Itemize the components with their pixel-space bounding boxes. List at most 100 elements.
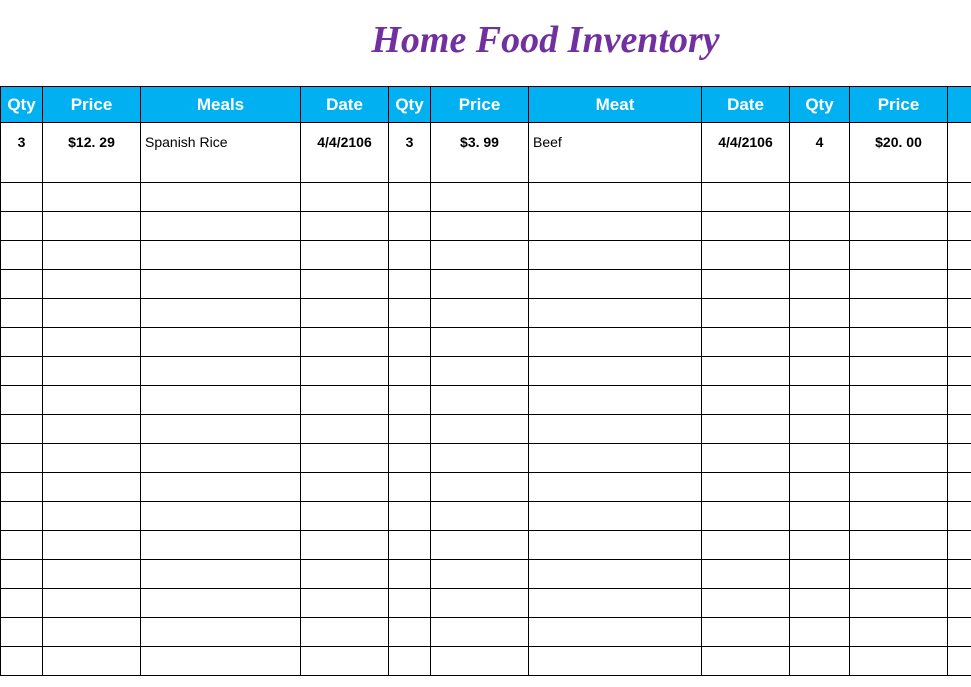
cell-empty[interactable] — [1, 618, 43, 647]
cell-empty[interactable] — [141, 647, 301, 676]
cell-empty[interactable] — [141, 183, 301, 212]
cell-empty[interactable] — [141, 444, 301, 473]
cell-empty[interactable] — [850, 647, 948, 676]
cell-empty[interactable] — [301, 299, 389, 328]
cell-empty[interactable] — [301, 328, 389, 357]
cell-empty[interactable] — [301, 241, 389, 270]
cell-empty[interactable] — [948, 415, 971, 444]
cell-empty[interactable] — [702, 444, 790, 473]
cell-empty[interactable] — [301, 270, 389, 299]
cell-empty[interactable] — [389, 357, 431, 386]
cell-empty[interactable] — [389, 618, 431, 647]
cell-empty[interactable] — [790, 299, 850, 328]
cell-empty[interactable] — [790, 212, 850, 241]
cell-empty[interactable] — [431, 415, 529, 444]
cell-empty[interactable] — [43, 328, 141, 357]
cell-empty[interactable] — [790, 183, 850, 212]
cell-empty[interactable] — [702, 270, 790, 299]
cell-empty[interactable] — [529, 589, 702, 618]
cell-empty[interactable] — [790, 241, 850, 270]
cell-qty-3[interactable]: 4 — [790, 123, 850, 161]
cell-empty[interactable] — [43, 299, 141, 328]
cell-empty[interactable] — [850, 270, 948, 299]
cell-empty[interactable] — [529, 647, 702, 676]
cell-empty[interactable] — [529, 357, 702, 386]
cell-empty[interactable] — [1, 444, 43, 473]
cell-empty[interactable] — [948, 589, 971, 618]
cell-empty[interactable] — [141, 299, 301, 328]
cell-empty[interactable] — [702, 386, 790, 415]
cell-empty[interactable] — [850, 299, 948, 328]
cell-empty[interactable] — [431, 328, 529, 357]
cell-empty[interactable] — [141, 531, 301, 560]
cell-empty[interactable] — [790, 270, 850, 299]
cell-empty[interactable] — [43, 560, 141, 589]
cell-empty[interactable] — [141, 212, 301, 241]
cell-empty[interactable] — [141, 415, 301, 444]
cell-empty[interactable] — [702, 647, 790, 676]
cell-empty[interactable] — [948, 386, 971, 415]
cell-empty[interactable] — [702, 241, 790, 270]
cell-empty[interactable] — [301, 357, 389, 386]
cell-empty[interactable] — [790, 502, 850, 531]
cell-empty[interactable] — [43, 183, 141, 212]
cell-empty[interactable] — [948, 618, 971, 647]
cell-empty[interactable] — [1, 328, 43, 357]
cell-empty[interactable] — [431, 647, 529, 676]
cell-empty[interactable] — [141, 386, 301, 415]
cell-empty[interactable] — [1, 502, 43, 531]
cell-empty[interactable] — [1, 415, 43, 444]
cell-qty-2[interactable]: 3 — [389, 123, 431, 161]
cell-empty[interactable] — [389, 183, 431, 212]
cell-empty[interactable] — [529, 415, 702, 444]
cell-empty[interactable] — [43, 212, 141, 241]
cell-empty[interactable] — [141, 241, 301, 270]
cell-empty[interactable] — [948, 531, 971, 560]
cell-empty[interactable] — [389, 589, 431, 618]
cell-empty[interactable] — [529, 328, 702, 357]
cell-empty[interactable] — [948, 212, 971, 241]
cell-empty[interactable] — [431, 473, 529, 502]
cell-empty[interactable] — [529, 473, 702, 502]
cell-empty[interactable] — [141, 560, 301, 589]
cell-empty[interactable] — [431, 270, 529, 299]
cell-empty[interactable] — [389, 560, 431, 589]
cell-empty[interactable] — [431, 444, 529, 473]
cell-empty[interactable] — [389, 299, 431, 328]
cell-empty[interactable] — [1, 357, 43, 386]
cell-empty[interactable] — [431, 560, 529, 589]
cell-empty[interactable] — [431, 531, 529, 560]
cell-empty[interactable] — [301, 589, 389, 618]
cell-empty[interactable] — [702, 531, 790, 560]
cell-empty[interactable] — [301, 415, 389, 444]
cell-extra[interactable] — [948, 123, 971, 161]
cell-empty[interactable] — [702, 299, 790, 328]
cell-empty[interactable] — [529, 502, 702, 531]
cell-empty[interactable] — [948, 270, 971, 299]
cell-empty[interactable] — [389, 270, 431, 299]
cell-empty[interactable] — [301, 212, 389, 241]
cell-empty[interactable] — [431, 241, 529, 270]
cell-empty[interactable] — [702, 589, 790, 618]
cell-empty[interactable] — [43, 618, 141, 647]
cell-empty[interactable] — [529, 299, 702, 328]
cell-empty[interactable] — [301, 502, 389, 531]
cell-empty[interactable] — [790, 531, 850, 560]
cell-empty[interactable] — [431, 212, 529, 241]
cell-empty[interactable] — [43, 589, 141, 618]
cell-empty[interactable] — [43, 502, 141, 531]
cell-empty[interactable] — [141, 270, 301, 299]
cell-empty[interactable] — [301, 618, 389, 647]
cell-empty[interactable] — [301, 444, 389, 473]
cell-empty[interactable] — [948, 560, 971, 589]
cell-empty[interactable] — [850, 589, 948, 618]
cell-qty-1[interactable]: 3 — [1, 123, 43, 161]
cell-empty[interactable] — [141, 589, 301, 618]
cell-empty[interactable] — [43, 647, 141, 676]
cell-empty[interactable] — [948, 357, 971, 386]
cell-empty[interactable] — [389, 647, 431, 676]
cell-empty[interactable] — [948, 473, 971, 502]
cell-empty[interactable] — [431, 299, 529, 328]
cell-empty[interactable] — [431, 386, 529, 415]
cell-empty[interactable] — [431, 618, 529, 647]
